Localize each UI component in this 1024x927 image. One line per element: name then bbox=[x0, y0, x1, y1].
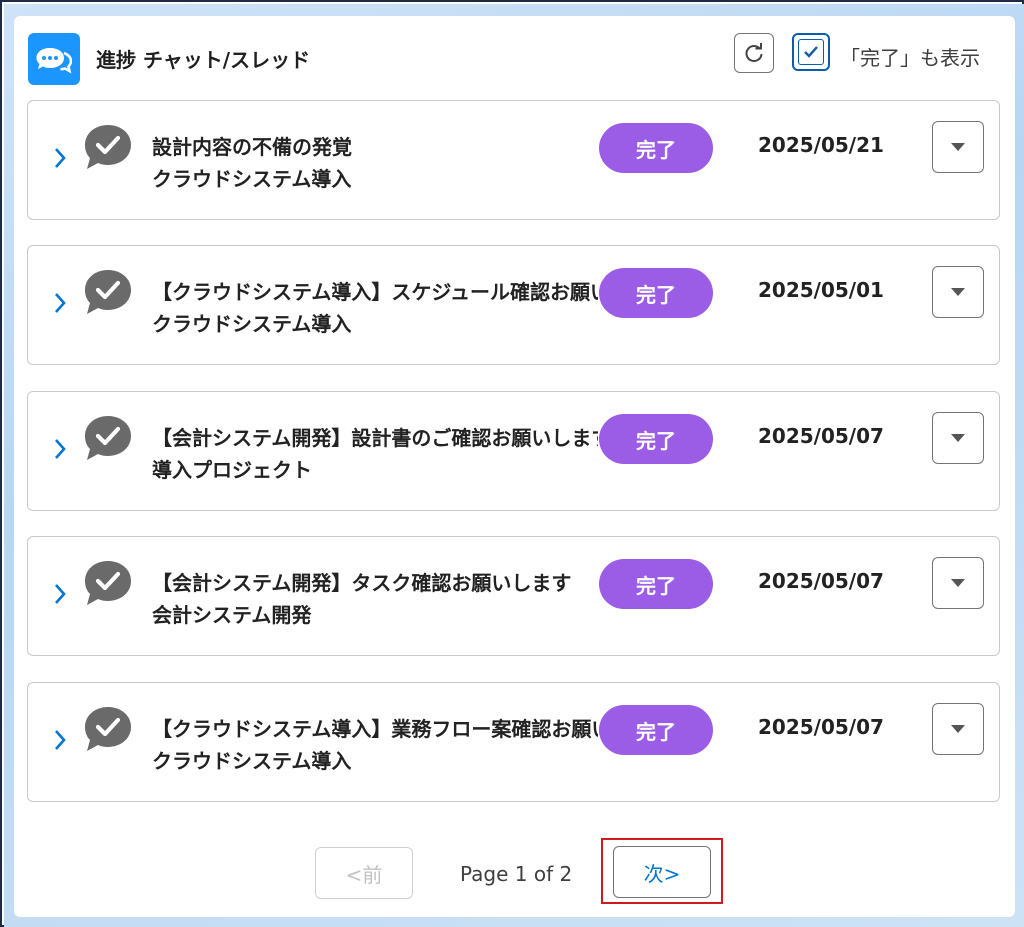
thread-date: 2025/05/07 bbox=[758, 424, 884, 448]
caret-down-icon bbox=[951, 434, 965, 442]
status-badge: 完了 bbox=[599, 123, 713, 173]
row-menu-button[interactable] bbox=[932, 703, 984, 755]
caret-down-icon bbox=[951, 579, 965, 587]
check-bubble-icon bbox=[85, 270, 131, 314]
thread-date: 2025/05/07 bbox=[758, 715, 884, 739]
caret-down-icon bbox=[951, 725, 965, 733]
thread-title: 【会計システム開発】設計書のご確認お願いします bbox=[152, 426, 598, 450]
status-badge: 完了 bbox=[599, 268, 713, 318]
chat-bubbles-icon bbox=[28, 33, 80, 85]
thread-list-card: 進捗 チャット/スレッド 「完了」も表示 設計内容の不備の発覚 クラウドシステム… bbox=[14, 16, 1015, 917]
thread-row[interactable]: 【クラウドシステム導入】業務フロー案確認お願いします クラウドシステム導入 完了… bbox=[27, 682, 1000, 802]
thread-title: 【クラウドシステム導入】業務フロー案確認お願いします bbox=[152, 717, 598, 741]
row-menu-button[interactable] bbox=[932, 266, 984, 318]
thread-title: 【クラウドシステム導入】スケジュール確認お願いします bbox=[152, 280, 598, 304]
row-menu-button[interactable] bbox=[932, 557, 984, 609]
show-done-label: 「完了」も表示 bbox=[840, 46, 980, 70]
window-frame: 進捗 チャット/スレッド 「完了」も表示 設計内容の不備の発覚 クラウドシステム… bbox=[0, 0, 1024, 927]
checkmark-icon bbox=[798, 39, 824, 65]
status-badge: 完了 bbox=[599, 414, 713, 464]
thread-project: クラウドシステム導入 bbox=[152, 749, 352, 773]
chevron-right-icon[interactable] bbox=[50, 725, 70, 755]
page-title: 進捗 チャット/スレッド bbox=[96, 48, 311, 72]
thread-title: 設計内容の不備の発覚 bbox=[152, 135, 352, 159]
chevron-right-icon[interactable] bbox=[50, 143, 70, 173]
chevron-right-icon[interactable] bbox=[50, 288, 70, 318]
thread-row[interactable]: 【会計システム開発】タスク確認お願いします 会計システム開発 完了 2025/0… bbox=[27, 536, 1000, 656]
row-menu-button[interactable] bbox=[932, 121, 984, 173]
thread-project: 導入プロジェクト bbox=[152, 458, 312, 482]
check-bubble-icon bbox=[85, 561, 131, 605]
next-page-button[interactable]: 次> bbox=[613, 846, 711, 898]
chevron-right-icon[interactable] bbox=[50, 579, 70, 609]
thread-row[interactable]: 【会計システム開発】設計書のご確認お願いします 導入プロジェクト 完了 2025… bbox=[27, 391, 1000, 511]
refresh-button[interactable] bbox=[734, 33, 774, 73]
caret-down-icon bbox=[951, 143, 965, 151]
show-done-checkbox[interactable] bbox=[792, 33, 830, 71]
check-bubble-icon bbox=[85, 125, 131, 169]
caret-down-icon bbox=[951, 288, 965, 296]
thread-project: クラウドシステム導入 bbox=[152, 167, 352, 191]
thread-title: 【会計システム開発】タスク確認お願いします bbox=[152, 571, 572, 595]
thread-project: クラウドシステム導入 bbox=[152, 312, 352, 336]
page-indicator: Page 1 of 2 bbox=[460, 862, 573, 886]
thread-row[interactable]: 設計内容の不備の発覚 クラウドシステム導入 完了 2025/05/21 bbox=[27, 100, 1000, 220]
thread-row[interactable]: 【クラウドシステム導入】スケジュール確認お願いします クラウドシステム導入 完了… bbox=[27, 245, 1000, 365]
status-badge: 完了 bbox=[599, 705, 713, 755]
chevron-right-icon[interactable] bbox=[50, 434, 70, 464]
thread-project: 会計システム開発 bbox=[152, 603, 312, 627]
refresh-icon bbox=[745, 43, 763, 63]
check-bubble-icon bbox=[85, 416, 131, 460]
check-bubble-icon bbox=[85, 707, 131, 751]
row-menu-button[interactable] bbox=[932, 412, 984, 464]
thread-date: 2025/05/21 bbox=[758, 133, 884, 157]
thread-date: 2025/05/07 bbox=[758, 569, 884, 593]
status-badge: 完了 bbox=[599, 559, 713, 609]
prev-page-button[interactable]: <前 bbox=[315, 847, 413, 899]
thread-date: 2025/05/01 bbox=[758, 278, 884, 302]
